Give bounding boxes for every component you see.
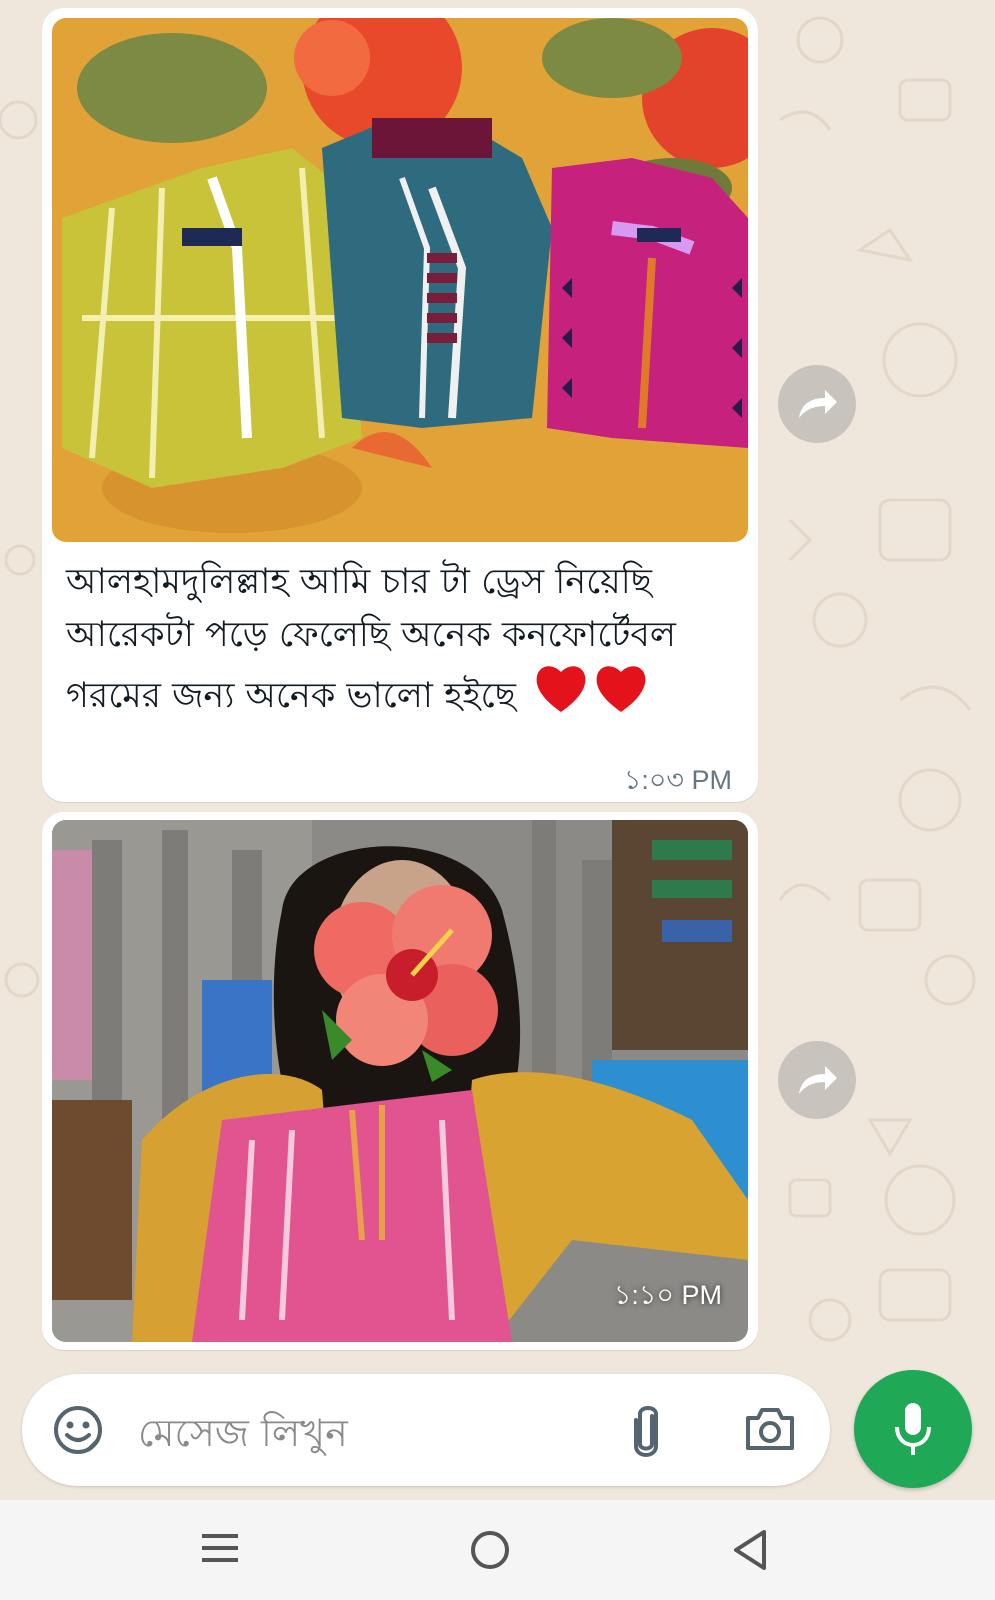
forward-icon [799, 390, 837, 418]
forward-button[interactable] [778, 365, 856, 443]
back-icon[interactable] [730, 1528, 770, 1576]
attach-icon[interactable] [628, 1404, 664, 1462]
message-timestamp: ১:০৩ PM [623, 765, 732, 795]
message-composer[interactable]: মেসেজ লিখুন [22, 1374, 830, 1486]
message-bubble[interactable]: ১:১০ PM [42, 812, 758, 1350]
home-icon[interactable] [468, 1528, 512, 1576]
camera-icon[interactable] [744, 1406, 796, 1456]
message-caption: আলহামদুলিল্লাহ আমি চার টা ড্রেস নিয়েছি … [66, 556, 706, 732]
message-photo[interactable] [52, 18, 748, 542]
forward-icon [799, 1066, 837, 1094]
message-input[interactable]: মেসেজ লিখুন [138, 1404, 348, 1468]
message-photo[interactable] [52, 820, 748, 1342]
recent-apps-icon[interactable] [200, 1528, 240, 1572]
mic-icon [895, 1403, 931, 1455]
heart-emoji [533, 662, 651, 732]
mic-button[interactable] [854, 1370, 972, 1488]
system-navigation-bar [0, 1500, 995, 1600]
emoji-sticker-icon[interactable] [52, 1404, 104, 1460]
message-timestamp: ১:১০ PM [613, 1280, 722, 1310]
forward-button[interactable] [778, 1041, 856, 1119]
message-bubble[interactable]: আলহামদুলিল্লাহ আমি চার টা ড্রেস নিয়েছি … [42, 8, 758, 802]
dresses-photo [52, 18, 748, 542]
person-photo [52, 820, 748, 1342]
